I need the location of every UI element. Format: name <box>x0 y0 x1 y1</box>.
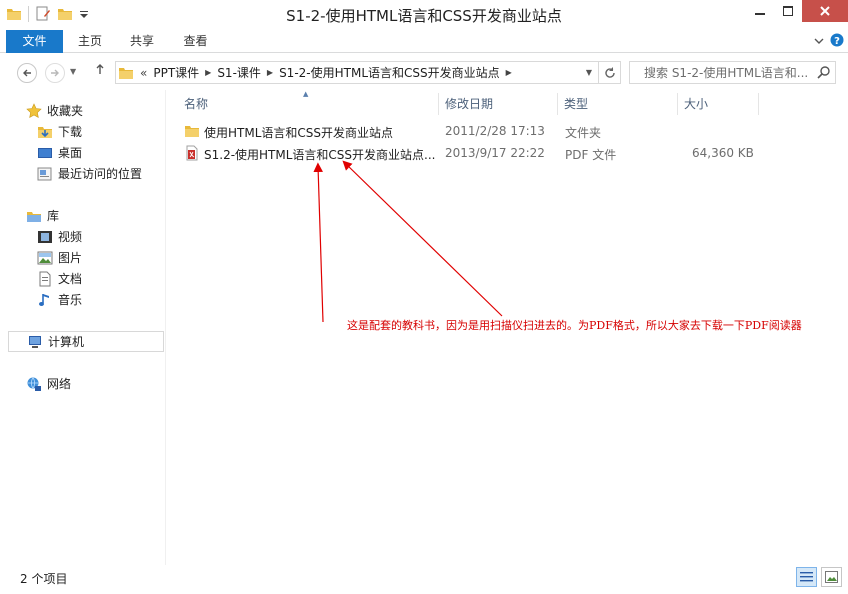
desktop-icon <box>37 145 53 161</box>
chevron-right-icon[interactable]: ▶ <box>506 68 512 77</box>
up-button[interactable] <box>95 63 105 79</box>
search-placeholder: 搜索 S1-2-使用HTML语言和... <box>644 66 809 80</box>
maximize-button[interactable] <box>774 0 802 22</box>
status-bar: 2 个项目 <box>0 565 848 594</box>
folder-icon <box>184 123 200 139</box>
column-divider[interactable] <box>758 93 759 115</box>
details-view-button[interactable] <box>796 567 817 587</box>
search-input[interactable]: 搜索 S1-2-使用HTML语言和... <box>629 61 836 84</box>
help-icon[interactable]: ? <box>830 33 844 50</box>
file-name[interactable]: 使用HTML语言和CSS开发商业站点 <box>204 124 393 141</box>
tab-file[interactable]: 文件 <box>6 30 63 53</box>
navigation-pane: 收藏夹 下载 桌面 最近访问的位置 库 视频 图片 文档 音乐 计算机 网络 <box>0 90 166 565</box>
library-icon <box>26 208 42 224</box>
expand-ribbon-icon[interactable] <box>814 35 824 49</box>
nav-label: 文档 <box>58 272 83 286</box>
star-icon <box>26 102 42 119</box>
tab-home[interactable]: 主页 <box>64 30 116 53</box>
nav-label: 桌面 <box>58 146 83 160</box>
close-button[interactable] <box>802 0 848 22</box>
breadcrumb-current[interactable]: S1-2-使用HTML语言和CSS开发商业站点 <box>279 64 500 81</box>
nav-label: 计算机 <box>48 335 85 349</box>
tab-view[interactable]: 查看 <box>168 30 223 53</box>
pictures-icon <box>37 250 53 266</box>
item-count: 2 个项目 <box>20 572 68 586</box>
nav-pictures[interactable]: 图片 <box>37 249 82 266</box>
refresh-button[interactable] <box>598 62 620 83</box>
downloads-folder-icon <box>37 124 53 140</box>
nav-label: 音乐 <box>58 293 83 307</box>
nav-label: 下载 <box>58 125 83 139</box>
nav-desktop[interactable]: 桌面 <box>37 144 82 161</box>
ribbon-controls: ? <box>814 33 844 50</box>
nav-label: 图片 <box>58 251 83 265</box>
nav-recent-places[interactable]: 最近访问的位置 <box>37 165 142 182</box>
nav-music[interactable]: 音乐 <box>37 291 82 308</box>
svg-text:?: ? <box>834 36 840 47</box>
file-date: 2011/2/28 17:13 <box>445 124 545 138</box>
nav-computer[interactable]: 计算机 <box>8 331 164 352</box>
file-name[interactable]: S1.2-使用HTML语言和CSS开发商业站点... <box>204 146 435 163</box>
ribbon-tabs: 文件 主页 共享 查看 ? <box>0 30 848 53</box>
nav-downloads[interactable]: 下载 <box>37 123 82 140</box>
search-icon[interactable] <box>817 65 831 82</box>
file-size: 64,360 KB <box>692 146 754 160</box>
view-toggle <box>796 567 842 587</box>
nav-documents[interactable]: 文档 <box>37 270 82 287</box>
table-row[interactable]: S1.2-使用HTML语言和CSS开发商业站点... 2013/9/17 22:… <box>180 143 780 164</box>
nav-label: 库 <box>47 209 60 223</box>
address-toolbar: ▼ « PPT课件 ▶ S1-课件 ▶ S1-2-使用HTML语言和CSS开发商… <box>0 54 848 90</box>
nav-label: 收藏夹 <box>47 104 84 118</box>
recent-locations-dropdown[interactable]: ▼ <box>70 67 76 76</box>
nav-label: 视频 <box>58 230 83 244</box>
column-divider[interactable] <box>677 93 678 115</box>
breadcrumb-s1[interactable]: S1-课件 <box>217 64 261 81</box>
column-divider[interactable] <box>557 93 558 115</box>
music-icon <box>37 292 53 308</box>
minimize-button[interactable] <box>746 0 774 22</box>
column-header-type[interactable]: 类型 <box>564 93 674 115</box>
nav-favorites[interactable]: 收藏夹 <box>26 102 83 119</box>
table-row[interactable]: 使用HTML语言和CSS开发商业站点 2011/2/28 17:13 文件夹 <box>180 121 780 142</box>
column-divider[interactable] <box>438 93 439 115</box>
network-icon <box>26 376 42 392</box>
video-icon <box>37 229 53 245</box>
documents-icon <box>37 271 53 287</box>
nav-network[interactable]: 网络 <box>26 375 71 392</box>
window-controls <box>746 0 848 22</box>
nav-label: 网络 <box>47 377 72 391</box>
overflow-chevron[interactable]: « <box>140 66 147 80</box>
breadcrumb-ppt[interactable]: PPT课件 <box>153 64 199 81</box>
large-icons-view-button[interactable] <box>821 567 842 587</box>
chevron-right-icon[interactable]: ▶ <box>205 68 211 77</box>
nav-label: 最近访问的位置 <box>58 167 143 181</box>
folder-icon <box>118 65 134 81</box>
pdf-icon <box>184 145 200 161</box>
tab-share[interactable]: 共享 <box>116 30 168 53</box>
forward-button[interactable] <box>45 63 65 83</box>
address-bar[interactable]: « PPT课件 ▶ S1-课件 ▶ S1-2-使用HTML语言和CSS开发商业站… <box>115 61 621 84</box>
file-date: 2013/9/17 22:22 <box>445 146 545 160</box>
column-header-date[interactable]: 修改日期 <box>445 93 555 115</box>
recent-places-icon <box>37 166 53 182</box>
annotation-note: 这是配套的教科书，因为是用扫描仪扫进去的。为PDF格式，所以大家去下载一下PDF… <box>347 319 802 332</box>
chevron-right-icon[interactable]: ▶ <box>267 68 273 77</box>
column-header-name[interactable]: 名称 <box>184 93 438 115</box>
file-type: PDF 文件 <box>565 148 617 162</box>
address-dropdown[interactable]: ▼ <box>586 68 592 77</box>
window-title: S1-2-使用HTML语言和CSS开发商业站点 <box>286 7 562 25</box>
computer-icon <box>27 334 43 350</box>
nav-libraries[interactable]: 库 <box>26 207 59 224</box>
column-header-size[interactable]: 大小 <box>684 93 754 115</box>
nav-videos[interactable]: 视频 <box>37 228 82 245</box>
back-button[interactable] <box>17 63 37 83</box>
file-type: 文件夹 <box>565 126 602 140</box>
title-bar: S1-2-使用HTML语言和CSS开发商业站点 <box>0 0 848 30</box>
